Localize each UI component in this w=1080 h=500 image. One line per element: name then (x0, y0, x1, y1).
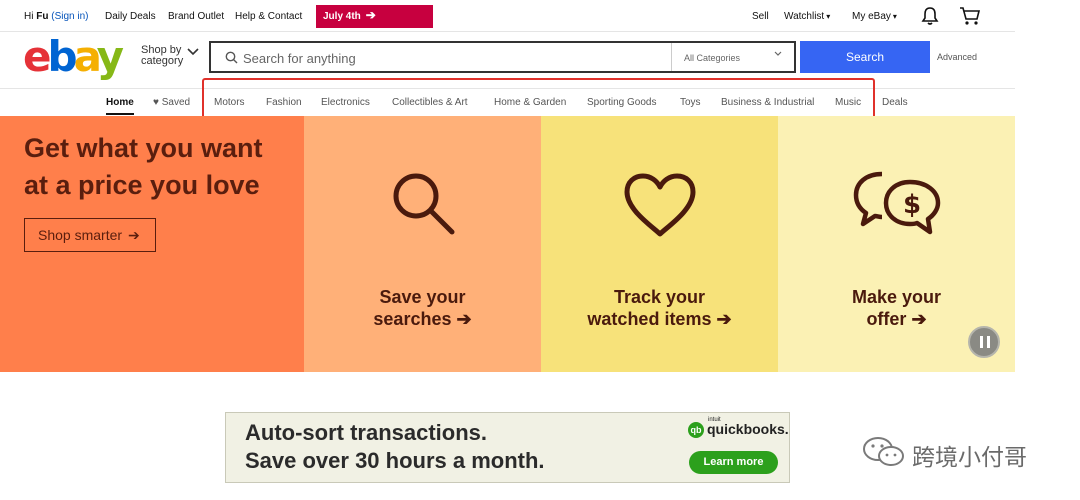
chat-dollar-icon: $ (853, 171, 941, 235)
nav-home[interactable]: Home (106, 97, 134, 108)
pause-carousel-button[interactable] (968, 326, 1000, 358)
nav-saved[interactable]: ♥ Saved (153, 97, 190, 108)
panel-label: Save your searches ➔ (373, 287, 472, 329)
heart-icon: ♥ (153, 97, 159, 108)
arrow-right-icon: ➔ (911, 309, 927, 329)
quickbooks-ad-banner[interactable]: Auto-sort transactions. Save over 30 hou… (225, 412, 790, 483)
search-button[interactable]: Search (800, 41, 930, 73)
watchlist-menu[interactable]: Watchlist ▾ (784, 11, 830, 22)
chevron-down-icon (774, 51, 782, 56)
category-select[interactable]: All Categories (671, 43, 794, 71)
arrow-right-icon: ➔ (365, 8, 376, 22)
cart-icon[interactable] (959, 6, 981, 26)
search-bar: All Categories (209, 41, 796, 73)
advanced-search-link[interactable]: Advanced (937, 52, 977, 62)
nav-deals[interactable]: Deals (882, 97, 908, 108)
ad-headline-1: Auto-sort transactions. (245, 420, 488, 445)
greeting: Hi Fu (Sign in) (24, 11, 89, 22)
arrow-right-icon: ➔ (716, 309, 732, 329)
panel-label: Track your watched items ➔ (587, 287, 732, 329)
active-tab-indicator (106, 113, 134, 115)
search-input[interactable] (243, 47, 663, 69)
chevron-down-icon[interactable] (187, 48, 199, 56)
sell-link[interactable]: Sell (752, 11, 769, 22)
brand-outlet-link[interactable]: Brand Outlet (168, 11, 224, 22)
user-name: Fu (36, 11, 49, 22)
july-4th-promo-button[interactable]: July 4th ➔ (316, 5, 433, 28)
make-offer-panel[interactable]: $ Make your offer ➔ (778, 116, 1015, 372)
watermark-text: 跨境小付哥 (912, 445, 1027, 471)
heart-icon (624, 173, 696, 237)
quickbooks-logo-icon: qb (688, 422, 704, 438)
wechat-icon (863, 437, 904, 466)
hero-main-panel: Get what you want at a price you love Sh… (0, 116, 304, 372)
hero-title: Get what you want at a price you love (24, 133, 263, 200)
wechat-watermark: 跨境小付哥 (862, 436, 1027, 473)
shop-smarter-button[interactable]: Shop smarter ➔ (24, 218, 156, 252)
quickbooks-logo: intuit qb quickbooks. (688, 417, 789, 438)
top-utility-bar: Hi Fu (Sign in) Daily Deals Brand Outlet… (0, 0, 1015, 32)
chevron-down-icon: ▾ (892, 12, 897, 21)
magnifier-icon (393, 173, 455, 235)
my-ebay-menu[interactable]: My eBay ▾ (852, 11, 897, 22)
arrow-right-icon: ➔ (128, 227, 140, 243)
ebay-logo[interactable]: ebay (23, 36, 124, 78)
search-icon (225, 51, 238, 64)
ad-headline-2: Save over 30 hours a month. (245, 448, 545, 473)
shop-by-category-button[interactable]: Shop by category (141, 45, 183, 67)
learn-more-button[interactable]: Learn more (689, 451, 778, 474)
daily-deals-link[interactable]: Daily Deals (105, 11, 156, 22)
sign-in-link[interactable]: (Sign in) (51, 11, 88, 22)
save-searches-panel[interactable]: Save your searches ➔ (304, 116, 541, 372)
svg-text:$: $ (903, 190, 921, 220)
arrow-right-icon: ➔ (456, 309, 472, 329)
track-watched-panel[interactable]: Track your watched items ➔ (541, 116, 778, 372)
pause-icon (980, 336, 983, 348)
help-contact-link[interactable]: Help & Contact (235, 11, 302, 22)
panel-label: Make your offer ➔ (851, 287, 942, 329)
chevron-down-icon: ▾ (826, 12, 831, 21)
bell-icon[interactable] (921, 6, 939, 26)
